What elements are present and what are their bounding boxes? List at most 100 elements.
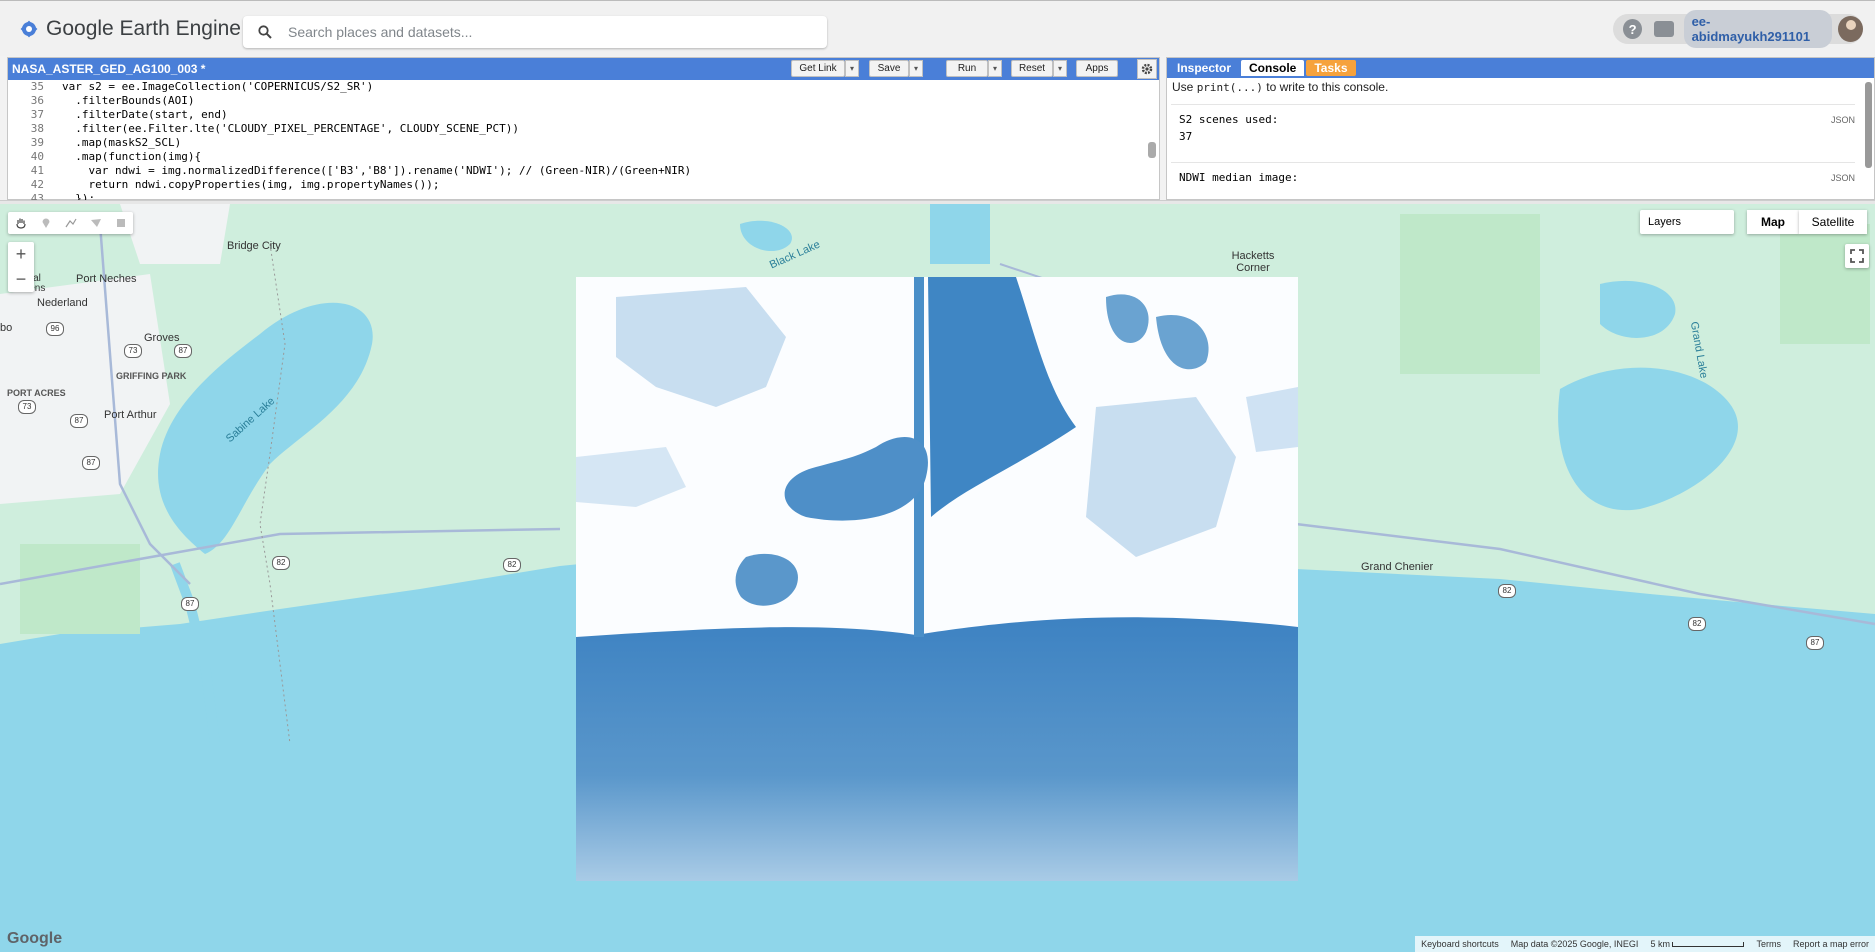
run-dropdown-icon[interactable]: ▾ [988,60,1002,77]
code-line[interactable]: 35 var s2 = ee.ImageCollection('COPERNICU… [8,80,1148,94]
marker-icon[interactable] [33,212,58,234]
zoom-out-button[interactable]: − [8,267,34,292]
hint-prefix: Use [1172,80,1197,94]
place-label: PORT ACRES [7,388,66,398]
ndwi-layer [576,277,1298,881]
editor-header: NASA_ASTER_GED_AG100_003 * Get Link ▾ Sa… [8,58,1159,80]
highway-shield: 82 [503,558,521,572]
apps-button[interactable]: Apps [1076,60,1118,77]
zoom-control: + − [8,242,34,292]
reset-dropdown-icon[interactable]: ▾ [1053,60,1067,77]
layers-dropdown[interactable]: Layers [1640,210,1734,234]
entry-label: NDWI median image: [1179,171,1299,184]
tab-tasks[interactable]: Tasks [1306,60,1356,76]
highway-shield: 73 [124,344,142,358]
place-label: Groves [144,332,180,344]
highway-shield: 87 [174,344,192,358]
account-name[interactable]: ee-abidmayukh291101 [1683,10,1832,48]
place-label: Nederland [37,297,88,309]
report-error-link[interactable]: Report a map error [1787,939,1875,949]
json-link[interactable]: JSON [1831,115,1855,125]
console-entry: NDWI median image: JSON [1171,162,1855,193]
highway-shield: 87 [1806,636,1824,650]
highway-shield: 96 [46,322,64,336]
code-text: .filterBounds(AOI) [62,94,195,107]
place-label: Grand Chenier [1361,561,1434,573]
map-drawing-tools [8,212,133,234]
console-entry: S2 scenes used: 37 JSON [1171,104,1855,155]
place-label: GRIFFING PARK [116,371,187,381]
keyboard-shortcuts-link[interactable]: Keyboard shortcuts [1415,939,1505,949]
run-button[interactable]: Run [946,60,988,77]
highway-shield: 82 [272,556,290,570]
code-line[interactable]: 39 .map(maskS2_SCL) [8,136,1148,150]
avatar[interactable] [1837,16,1863,42]
tab-inspector[interactable]: Inspector [1169,60,1239,76]
gear-icon[interactable] [1137,59,1157,79]
code-line[interactable]: 41 var ndwi = img.normalizedDifference([… [8,164,1148,178]
search-bar[interactable] [243,16,827,48]
console-panel: Inspector Console Tasks Use print(...) t… [1166,57,1875,200]
map-canvas[interactable]: Bridge City Port Neches tral lens Nederl… [0,204,1875,952]
search-icon [258,25,272,39]
get-link-button[interactable]: Get Link [791,60,845,77]
hint-suffix: to write to this console. [1262,80,1389,94]
search-input[interactable] [286,23,770,41]
json-link[interactable]: JSON [1831,173,1855,183]
map-type-satellite-button[interactable]: Satellite [1799,210,1867,234]
line-number: 39 [30,136,44,149]
place-label: Bridge City [227,240,281,252]
place-label: Port Arthur [104,409,157,421]
rectangle-icon[interactable] [108,212,133,234]
script-title[interactable]: NASA_ASTER_GED_AG100_003 * [12,62,205,76]
editor-scrollbar[interactable] [1148,142,1156,158]
scale-bar[interactable]: 5 km [1644,939,1750,949]
terms-link[interactable]: Terms [1750,939,1787,949]
tab-console[interactable]: Console [1241,60,1305,76]
highway-shield: 87 [82,456,100,470]
get-link-dropdown-icon[interactable]: ▾ [845,60,859,77]
code-area[interactable]: 35 var s2 = ee.ImageCollection('COPERNICU… [8,80,1148,201]
console-tabs: Inspector Console Tasks [1167,58,1874,78]
reset-button[interactable]: Reset [1011,60,1053,77]
map-type-map-button[interactable]: Map [1747,210,1799,234]
top-bar: Google Earth Engine ? ee-abidmayukh29110… [0,0,1875,56]
map-attribution: Keyboard shortcuts Map data ©2025 Google… [1415,936,1875,952]
account-area: ? ee-abidmayukh291101 [1613,10,1863,48]
line-number: 40 [30,150,44,163]
fullscreen-icon[interactable] [1845,244,1869,268]
console-scrollbar[interactable] [1865,82,1872,168]
place-label: Hacketts Corner [1231,250,1275,274]
save-dropdown-icon[interactable]: ▾ [909,60,923,77]
google-logo: Google [7,930,63,947]
code-line[interactable]: 38 .filter(ee.Filter.lte('CLOUDY_PIXEL_P… [8,122,1148,136]
code-text: .map(maskS2_SCL) [62,136,182,149]
save-button[interactable]: Save [869,60,909,77]
help-icon[interactable]: ? [1623,19,1643,39]
zoom-in-button[interactable]: + [8,242,34,267]
line-icon[interactable] [58,212,83,234]
entry-value: 37 [1179,130,1193,143]
code-text: .filterDate(start, end) [62,108,228,121]
line-number: 38 [30,122,44,135]
place-label: Port Neches [76,273,137,285]
map-data-text: Map data ©2025 Google, INEGI [1510,939,1639,949]
code-line[interactable]: 36 .filterBounds(AOI) [8,94,1148,108]
line-number: 42 [30,178,44,191]
code-line[interactable]: 40 .map(function(img){ [8,150,1148,164]
code-line[interactable]: 42 return ndwi.copyProperties(img, img.p… [8,178,1148,192]
highway-shield: 73 [18,400,36,414]
layers-label: Layers [1648,216,1682,228]
highway-shield: 87 [181,597,199,611]
code-editor-panel: NASA_ASTER_GED_AG100_003 * Get Link ▾ Sa… [7,57,1160,201]
code-text: return ndwi.copyProperties(img, img.prop… [62,178,440,191]
feedback-icon[interactable] [1654,21,1674,37]
app-logo[interactable]: Google Earth Engine [18,16,241,42]
code-text: var ndwi = img.normalizedDifference(['B3… [62,164,692,177]
highway-shield: 82 [1498,584,1516,598]
polygon-icon[interactable] [83,212,108,234]
pan-hand-icon[interactable] [8,212,33,234]
line-number: 37 [30,108,44,121]
highway-shield: 82 [1688,617,1706,631]
code-line[interactable]: 37 .filterDate(start, end) [8,108,1148,122]
